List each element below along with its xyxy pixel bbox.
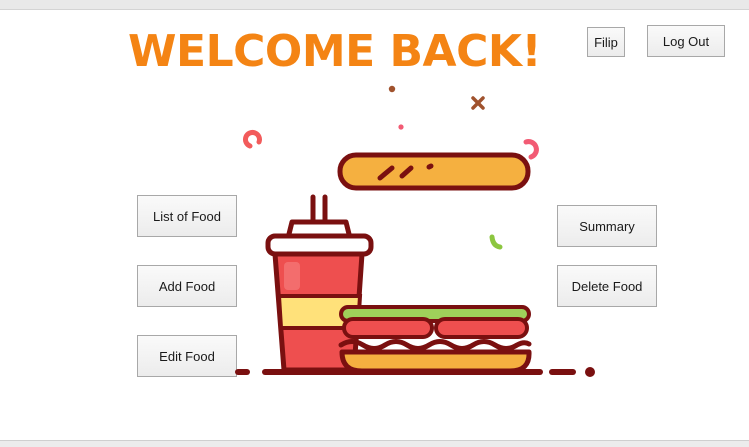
window-top-bar xyxy=(0,0,749,10)
logout-button[interactable]: Log Out xyxy=(647,25,725,57)
page-title: WELCOME BACK! xyxy=(128,26,542,77)
fast-food-illustration xyxy=(235,85,595,377)
sandwich xyxy=(338,305,532,374)
user-button[interactable]: Filip xyxy=(587,27,625,57)
list-of-food-button[interactable]: List of Food xyxy=(137,195,237,237)
edit-food-button[interactable]: Edit Food xyxy=(137,335,237,377)
window-bottom-bar xyxy=(0,440,749,447)
add-food-button[interactable]: Add Food xyxy=(137,265,237,307)
top-bun xyxy=(337,152,531,191)
